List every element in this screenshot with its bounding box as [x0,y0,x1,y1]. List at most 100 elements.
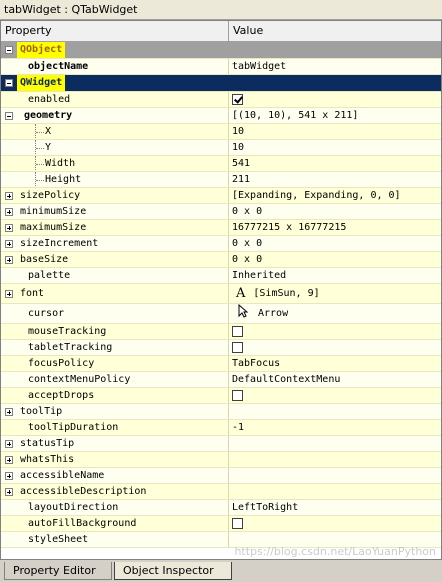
expand-icon[interactable] [5,439,13,448]
tree-line-icon [35,124,45,139]
property-row-mouseTracking[interactable]: mouseTracking [1,324,441,340]
tabletTracking-checkbox[interactable] [232,342,243,353]
expand-icon[interactable] [5,471,13,480]
property-name: X [45,125,52,137]
property-value[interactable] [229,484,441,499]
property-name: maximumSize [20,221,87,233]
property-name: contextMenuPolicy [1,372,229,387]
property-row-whatsThis[interactable]: whatsThis [1,452,441,468]
property-row-autoFillBackground[interactable]: autoFillBackground [1,516,441,532]
autoFillBackground-checkbox[interactable] [232,518,243,529]
window-title: tabWidget : QTabWidget [0,0,442,20]
property-value[interactable] [229,436,441,451]
property-column-header[interactable]: Property [1,21,229,41]
property-value[interactable]: Inherited [229,268,441,283]
property-name: accessibleDescription [20,485,147,497]
property-name: enabled [1,92,229,107]
arrow-cursor-icon [238,304,249,323]
property-row-x[interactable]: X 10 [1,124,441,140]
property-name: Height [45,173,82,185]
tab-property-editor[interactable]: Property Editor [4,562,112,580]
group-qobject[interactable]: QObject [1,42,441,59]
property-value[interactable]: tabWidget [229,59,441,74]
property-row-toolTipDuration[interactable]: toolTipDuration -1 [1,420,441,436]
property-row-toolTip[interactable]: toolTip [1,404,441,420]
property-row-geometry[interactable]: geometry [(10, 10), 541 x 211] [1,108,441,124]
property-name: accessibleName [20,469,105,481]
property-row-focusPolicy[interactable]: focusPolicy TabFocus [1,356,441,372]
property-row-accessibleName[interactable]: accessibleName [1,468,441,484]
property-row-objectName[interactable]: objectName tabWidget [1,59,441,75]
property-row-accessibleDescription[interactable]: accessibleDescription [1,484,441,500]
property-value[interactable]: [Expanding, Expanding, 0, 0] [229,188,441,203]
property-row-acceptDrops[interactable]: acceptDrops [1,388,441,404]
property-value[interactable] [229,404,441,419]
property-row-width[interactable]: Width 541 [1,156,441,172]
property-value[interactable]: 10 [229,124,441,139]
property-value[interactable]: 541 [229,156,441,171]
property-value[interactable]: 211 [229,172,441,187]
property-row-contextMenuPolicy[interactable]: contextMenuPolicy DefaultContextMenu [1,372,441,388]
property-value[interactable]: 0 x 0 [229,236,441,251]
expand-icon[interactable] [5,239,13,248]
property-row-tabletTracking[interactable]: tabletTracking [1,340,441,356]
property-row-statusTip[interactable]: statusTip [1,436,441,452]
group-qwidget[interactable]: QWidget [1,75,441,92]
property-value[interactable]: 10 [229,140,441,155]
property-name: geometry [24,109,73,121]
expand-icon[interactable] [5,207,13,216]
font-icon: A [236,285,246,301]
tree-line-icon [35,172,45,187]
property-row-layoutDirection[interactable]: layoutDirection LeftToRight [1,500,441,516]
property-value[interactable] [229,468,441,483]
value-column-header[interactable]: Value [229,21,263,41]
expand-icon[interactable] [5,255,13,264]
group-label: QObject [17,42,66,58]
expand-icon[interactable] [5,223,13,232]
property-row-y[interactable]: Y 10 [1,140,441,156]
property-name: minimumSize [20,205,87,217]
expand-icon[interactable] [5,407,13,416]
property-value[interactable] [229,452,441,467]
property-value[interactable]: 0 x 0 [229,252,441,267]
collapse-icon[interactable] [5,111,13,120]
expand-icon[interactable] [5,487,13,496]
tree-line-icon [35,140,45,155]
collapse-icon[interactable] [5,46,13,54]
property-value[interactable]: LeftToRight [229,500,441,515]
property-row-baseSize[interactable]: baseSize 0 x 0 [1,252,441,268]
property-row-cursor[interactable]: cursor Arrow [1,304,441,324]
property-name: acceptDrops [1,388,229,403]
tab-object-inspector[interactable]: Object Inspector [114,562,232,580]
table-header: Property Value [1,21,441,42]
expand-icon[interactable] [5,455,13,464]
collapse-icon[interactable] [5,79,13,87]
property-value[interactable]: Arrow [258,306,288,322]
property-row-palette[interactable]: palette Inherited [1,268,441,284]
property-value[interactable]: 16777215 x 16777215 [229,220,441,235]
property-value[interactable]: DefaultContextMenu [229,372,441,387]
property-name: mouseTracking [1,324,229,339]
property-row-height[interactable]: Height 211 [1,172,441,188]
property-value[interactable]: [SimSun, 9] [253,286,319,302]
property-value[interactable]: -1 [229,420,441,435]
property-value[interactable]: TabFocus [229,356,441,371]
watermark: https://blog.csdn.net/LaoYuanPython [234,545,436,558]
property-row-sizeIncrement[interactable]: sizeIncrement 0 x 0 [1,236,441,252]
property-row-font[interactable]: font A [SimSun, 9] [1,284,441,304]
property-name: baseSize [20,253,69,265]
expand-icon[interactable] [5,191,13,200]
enabled-checkbox[interactable] [232,94,243,105]
mouseTracking-checkbox[interactable] [232,326,243,337]
property-row-minimumSize[interactable]: minimumSize 0 x 0 [1,204,441,220]
property-name: cursor [1,304,229,323]
property-row-maximumSize[interactable]: maximumSize 16777215 x 16777215 [1,220,441,236]
property-value[interactable]: 0 x 0 [229,204,441,219]
acceptDrops-checkbox[interactable] [232,390,243,401]
property-name: sizeIncrement [20,237,99,249]
expand-icon[interactable] [5,289,13,298]
property-value[interactable]: [(10, 10), 541 x 211] [229,108,441,123]
property-row-sizePolicy[interactable]: sizePolicy [Expanding, Expanding, 0, 0] [1,188,441,204]
property-row-enabled[interactable]: enabled [1,92,441,108]
property-name: objectName [1,59,229,74]
